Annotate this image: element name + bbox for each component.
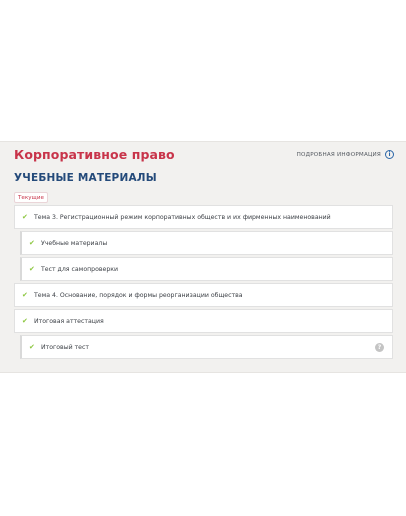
list-item-study-materials[interactable]: ✔ Учебные материалы [20, 231, 393, 255]
status-badge: Текущие [14, 192, 48, 203]
list-item-label: Тема 3. Регистрационный режим корпоратив… [34, 213, 331, 221]
list-item-topic-4[interactable]: ✔ Тема 4. Основание, порядок и формы рео… [14, 283, 393, 307]
course-title: Корпоративное право [14, 147, 175, 162]
list-item-topic-3[interactable]: ✔ Тема 3. Регистрационный режим корпорат… [14, 205, 393, 229]
check-icon: ✔ [22, 212, 28, 221]
check-icon: ✔ [29, 342, 35, 351]
check-icon: ✔ [22, 290, 28, 299]
section-title: УЧЕБНЫЕ МАТЕРИАЛЫ [14, 172, 157, 184]
check-icon: ✔ [22, 316, 28, 325]
check-icon: ✔ [29, 264, 35, 273]
details-link-label: ПОДРОБНАЯ ИНФОРМАЦИЯ [296, 151, 381, 158]
list-item-label: Учебные материалы [41, 239, 108, 247]
list-item-label: Тест для самопроверки [41, 265, 119, 273]
course-panel: Корпоративное право ПОДРОБНАЯ ИНФОРМАЦИЯ… [0, 141, 406, 373]
info-icon: i [385, 150, 394, 159]
details-link[interactable]: ПОДРОБНАЯ ИНФОРМАЦИЯ i [297, 150, 394, 159]
list-item-final-test[interactable]: ✔ Итоговый тест ? [20, 335, 393, 359]
list-item-self-test[interactable]: ✔ Тест для самопроверки [20, 257, 393, 281]
help-icon[interactable]: ? [375, 343, 384, 352]
list-item-label: Итоговый тест [41, 343, 89, 351]
list-item-final-attestation[interactable]: ✔ Итоговая аттестация [14, 309, 393, 333]
check-icon: ✔ [29, 238, 35, 247]
list-item-label: Тема 4. Основание, порядок и формы реорг… [34, 291, 243, 299]
list-item-label: Итоговая аттестация [34, 317, 104, 325]
